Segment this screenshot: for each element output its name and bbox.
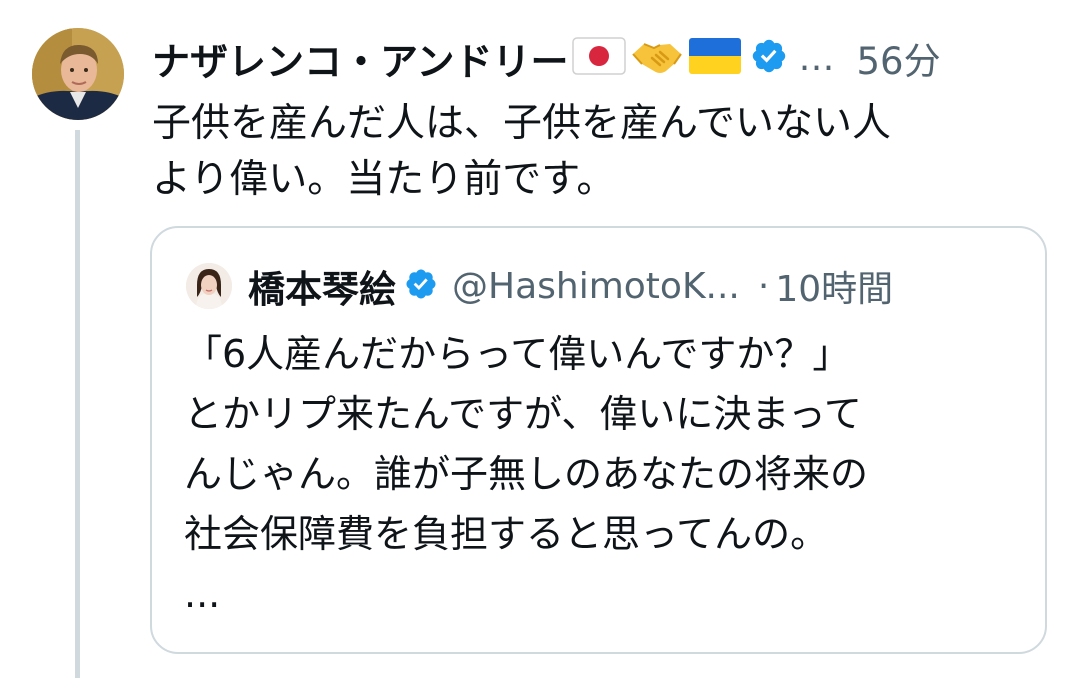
ukraine-flag-icon bbox=[688, 36, 742, 80]
author-avatar-image bbox=[32, 28, 124, 120]
post-text-line: より偉い。当たり前です。 bbox=[152, 157, 616, 202]
quoted-verified-badge-icon bbox=[404, 267, 438, 305]
verified-badge-icon bbox=[750, 37, 788, 79]
post-timestamp[interactable]: 56分 bbox=[856, 31, 940, 85]
thread-line bbox=[75, 130, 80, 678]
post-text-line: 子供を産んだ人は、子供を産んでいない人 bbox=[152, 101, 892, 146]
quoted-text-line: 「6人産んだからって偉いんですか？」 bbox=[184, 332, 851, 376]
quoted-post-timestamp[interactable]: 10時間 bbox=[775, 260, 893, 312]
quoted-author-handle[interactable]: @HashimotoK... bbox=[452, 266, 740, 307]
quoted-text-line: んじゃん。誰が子無しのあなたの将来の bbox=[184, 452, 869, 496]
post-text: 子供を産んだ人は、子供を産んでいない人 より偉い。当たり前です。 bbox=[152, 96, 1052, 208]
author-name[interactable]: ナザレンコ・アンドリー bbox=[152, 31, 568, 86]
quoted-author-name[interactable]: 橋本琴絵 bbox=[248, 259, 396, 313]
quoted-text-line: 社会保障費を負担すると思ってんの。 bbox=[184, 512, 829, 556]
handshake-icon bbox=[630, 34, 684, 82]
header-ellipsis: … bbox=[798, 37, 835, 79]
quoted-post-card[interactable]: 橋本琴絵 @HashimotoK... · 10時間 「6人産んだからって偉いん… bbox=[150, 226, 1047, 654]
quoted-separator: · bbox=[757, 265, 770, 307]
quoted-text-more[interactable]: ... bbox=[184, 564, 1024, 624]
quoted-post-text: 「6人産んだからって偉いんですか？」 とかリプ来たんですが、偉いに決まって んじ… bbox=[184, 324, 1024, 624]
quoted-post-header: 橋本琴絵 @HashimotoK... · 10時間 bbox=[186, 258, 1026, 314]
quoted-author-avatar[interactable] bbox=[186, 263, 232, 309]
japan-flag-icon bbox=[572, 36, 627, 80]
quoted-text-line: とかリプ来たんですが、偉いに決まって bbox=[184, 392, 862, 436]
post-header: ナザレンコ・アンドリー … 56分 bbox=[152, 28, 1052, 88]
author-avatar[interactable] bbox=[32, 28, 124, 120]
